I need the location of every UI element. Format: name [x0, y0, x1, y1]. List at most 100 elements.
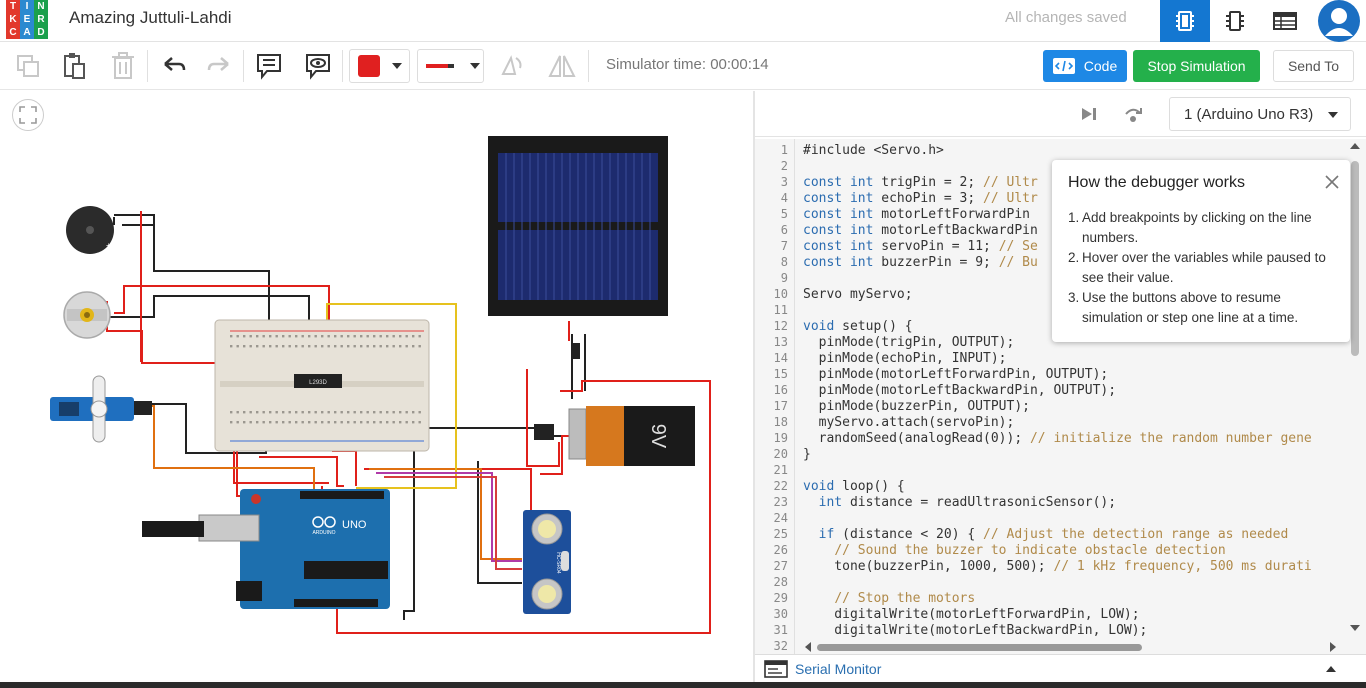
code-line[interactable]: } [803, 447, 811, 462]
code-line[interactable]: const int buzzerPin = 9; // Bu [803, 255, 1038, 270]
ultrasonic-sensor[interactable]: HC-SR04 [523, 510, 571, 614]
line-number[interactable]: 30 [774, 607, 788, 621]
code-line[interactable]: void setup() { [803, 319, 913, 334]
toggle-notes-button[interactable] [302, 50, 334, 82]
line-number[interactable]: 3 [781, 175, 788, 189]
servo-motor[interactable] [50, 375, 152, 443]
line-number[interactable]: 22 [774, 479, 788, 493]
line-number-gutter[interactable]: 1 2 3 4 5 6 7 8 9 10 11 12 13 14 15 16 17 18 19 20 21 22 23 24 2… [755, 139, 795, 654]
board-select-dropdown[interactable]: 1 (Arduino Uno R3) [1169, 97, 1351, 131]
code-line[interactable]: if (distance < 20) { // Adjust the detec… [803, 527, 1289, 542]
line-number[interactable]: 11 [774, 303, 788, 317]
line-number[interactable]: 28 [774, 575, 788, 589]
schematic-table-button[interactable] [1260, 0, 1310, 42]
line-number[interactable]: 27 [774, 559, 788, 573]
close-icon[interactable] [1324, 174, 1340, 190]
user-avatar-button[interactable] [1312, 0, 1366, 42]
component-list-button[interactable] [1210, 0, 1260, 42]
wire-color-dropdown[interactable] [417, 49, 484, 83]
line-number[interactable]: 20 [774, 447, 788, 461]
vertical-scrollbar[interactable] [1349, 139, 1361, 654]
code-line[interactable]: pinMode(motorLeftBackwardPin, OUTPUT); [803, 383, 1116, 398]
dc-motor[interactable] [63, 291, 111, 339]
piezo-buzzer[interactable]: - + [66, 206, 114, 254]
line-number[interactable]: 19 [774, 431, 788, 445]
redo-button[interactable] [203, 50, 235, 82]
code-line[interactable]: digitalWrite(motorLeftForwardPin, LOW); [803, 607, 1139, 622]
code-line[interactable]: const int motorLeftBackwardPin [803, 223, 1038, 238]
line-number[interactable]: 25 [774, 527, 788, 541]
code-line[interactable]: pinMode(buzzerPin, OUTPUT); [803, 399, 1030, 414]
stop-simulation-button[interactable]: Stop Simulation [1133, 50, 1260, 82]
line-number[interactable]: 9 [781, 271, 788, 285]
resume-button[interactable] [1073, 98, 1105, 130]
copy-button[interactable] [12, 50, 44, 82]
expand-up-icon[interactable] [1326, 666, 1336, 672]
horizontal-scrollbar[interactable] [803, 641, 1338, 653]
vertical-scroll-thumb[interactable] [1351, 161, 1359, 356]
line-number[interactable]: 23 [774, 495, 788, 509]
line-number[interactable]: 12 [774, 319, 788, 333]
delete-button[interactable] [107, 50, 139, 82]
code-line[interactable]: digitalWrite(motorLeftBackwardPin, LOW); [803, 623, 1147, 638]
line-number[interactable]: 26 [774, 543, 788, 557]
code-line[interactable]: const int trigPin = 2; // Ultr [803, 175, 1038, 190]
circuit-canvas[interactable]: - + L293D 9V UNO ARDUINO HC-SR04 [4, 91, 753, 682]
code-line[interactable]: tone(buzzerPin, 1000, 500); // 1 kHz fre… [803, 559, 1311, 574]
code-line[interactable]: pinMode(motorLeftForwardPin, OUTPUT); [803, 367, 1109, 382]
fill-color-dropdown[interactable] [349, 49, 410, 83]
line-number[interactable]: 21 [774, 463, 788, 477]
line-number[interactable]: 7 [781, 239, 788, 253]
line-number[interactable]: 6 [781, 223, 788, 237]
horizontal-scroll-thumb[interactable] [817, 644, 1142, 651]
nine-volt-battery[interactable]: 9V [568, 406, 695, 466]
step-over-button[interactable] [1117, 98, 1149, 130]
line-number[interactable]: 32 [774, 639, 788, 653]
code-button[interactable]: Code [1043, 50, 1127, 82]
project-title[interactable]: Amazing Juttuli-Lahdi [69, 8, 232, 28]
solar-panel[interactable] [488, 136, 668, 316]
serial-monitor-bar[interactable]: Serial Monitor [755, 654, 1366, 682]
code-line[interactable]: myServo.attach(servoPin); [803, 415, 1015, 430]
line-number[interactable]: 1 [781, 143, 788, 157]
line-number[interactable]: 8 [781, 255, 788, 269]
line-number[interactable]: 4 [781, 191, 788, 205]
line-number[interactable]: 2 [781, 159, 788, 173]
code-line[interactable]: const int servoPin = 11; // Se [803, 239, 1038, 254]
code-line[interactable]: #include <Servo.h> [803, 143, 944, 158]
notes-button[interactable] [253, 50, 285, 82]
send-to-button[interactable]: Send To [1273, 50, 1354, 82]
breadboard[interactable]: L293D [214, 319, 430, 452]
rotate-button[interactable] [496, 50, 528, 82]
diode[interactable] [572, 343, 580, 359]
code-line[interactable]: const int motorLeftForwardPin [803, 207, 1030, 222]
code-line[interactable]: int distance = readUltrasonicSensor(); [803, 495, 1116, 510]
slide-switch[interactable] [534, 424, 554, 440]
code-line[interactable]: randomSeed(analogRead(0)); // initialize… [803, 431, 1312, 446]
code-line[interactable]: Servo myServo; [803, 287, 913, 302]
line-number[interactable]: 16 [774, 383, 788, 397]
line-number[interactable]: 14 [774, 351, 788, 365]
flip-button[interactable] [546, 50, 578, 82]
code-line[interactable]: pinMode(trigPin, OUTPUT); [803, 335, 1015, 350]
line-number[interactable]: 18 [774, 415, 788, 429]
code-line[interactable]: // Stop the motors [803, 591, 975, 606]
line-number[interactable]: 5 [781, 207, 788, 221]
code-line[interactable]: const int echoPin = 3; // Ultr [803, 191, 1038, 206]
code-line[interactable]: pinMode(echoPin, INPUT); [803, 351, 1007, 366]
line-number[interactable]: 10 [774, 287, 788, 301]
line-number[interactable]: 24 [774, 511, 788, 525]
line-number[interactable]: 15 [774, 367, 788, 381]
undo-button[interactable] [158, 50, 190, 82]
code-line[interactable]: void loop() { [803, 479, 905, 494]
serial-monitor-label[interactable]: Serial Monitor [795, 661, 881, 677]
circuit-view-button[interactable] [1160, 0, 1210, 42]
arduino-uno-board[interactable]: UNO ARDUINO [142, 489, 390, 609]
line-number[interactable]: 31 [774, 623, 788, 637]
paste-button[interactable] [58, 50, 90, 82]
code-line[interactable]: // Sound the buzzer to indicate obstacle… [803, 543, 1225, 558]
tinkercad-logo[interactable]: TIN KER CAD [6, 0, 50, 40]
line-number[interactable]: 13 [774, 335, 788, 349]
line-number[interactable]: 17 [774, 399, 788, 413]
line-number[interactable]: 29 [774, 591, 788, 605]
